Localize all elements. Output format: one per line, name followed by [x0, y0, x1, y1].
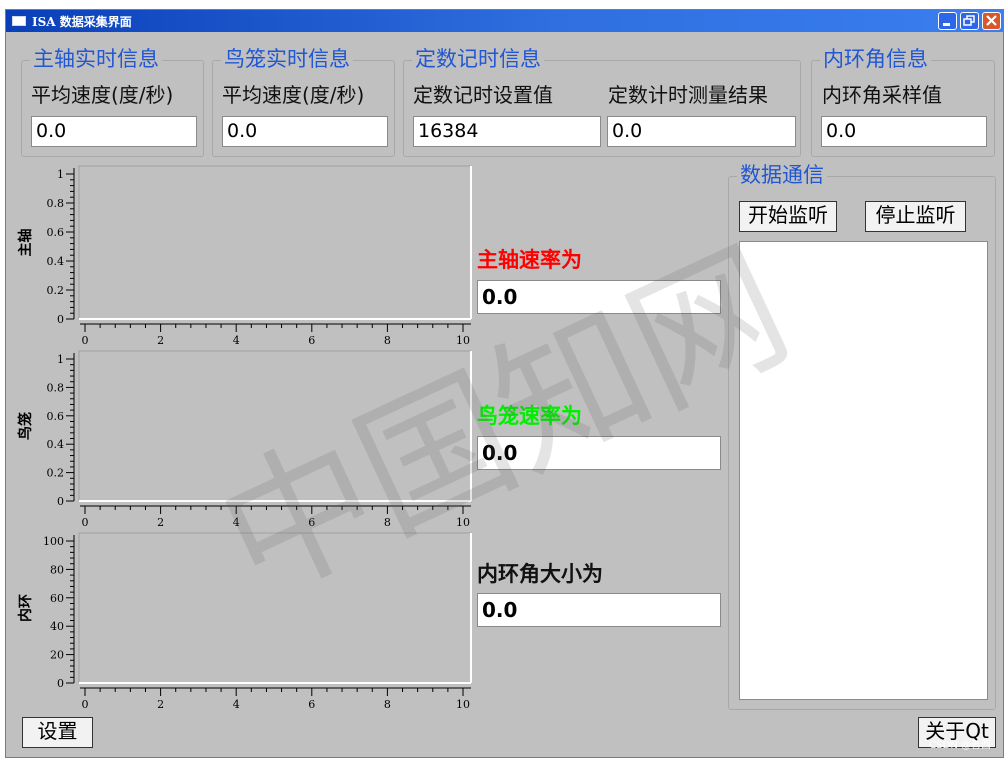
x-tick-label: 4	[233, 334, 240, 347]
x-tick-label: 0	[82, 516, 89, 529]
inner-ring-info-group: 内环角信息 内环角采样值 0.0	[811, 47, 995, 157]
settings-button[interactable]: 设置	[22, 717, 93, 748]
cage-rate-label: 鸟笼速率为	[477, 404, 582, 428]
spindle-info-group: 主轴实时信息 平均速度(度/秒) 0.0	[21, 47, 204, 157]
plot-canvas-frame	[78, 532, 472, 684]
plot-y-axis-label: 内环	[17, 594, 34, 622]
timing-set-field[interactable]: 16384	[413, 116, 601, 147]
y-tick-label: 80	[50, 563, 64, 576]
timing-info-group: 定数记时信息 定数记时设置值 定数计时测量结果 16384 0.0	[403, 47, 801, 157]
y-tick-label: 0	[57, 495, 64, 508]
x-tick-label: 6	[308, 516, 315, 529]
x-tick-label: 8	[384, 698, 391, 711]
cage-group-title: 鸟笼实时信息	[221, 47, 353, 71]
y-tick-label: 20	[50, 649, 64, 662]
y-tick-label: 1	[57, 168, 64, 181]
inner-ring-rate-label: 内环角大小为	[477, 562, 603, 586]
spindle-speed-field[interactable]: 0.0	[31, 116, 197, 147]
spindle-speed-label: 平均速度(度/秒)	[31, 83, 174, 107]
cage-speed-label: 平均速度(度/秒)	[222, 83, 365, 107]
restore-button[interactable]	[960, 12, 979, 30]
inner-ring-sample-field[interactable]: 0.0	[821, 116, 987, 147]
timing-set-label: 定数记时设置值	[413, 83, 553, 107]
y-tick-label: 0	[57, 677, 64, 690]
plot-canvas-frame	[78, 350, 472, 502]
x-tick-label: 10	[456, 698, 470, 711]
spindle-rate-label: 主轴速率为	[477, 248, 582, 272]
spindle-plot: 00.20.40.60.810 2 4 6 8 10主轴	[17, 165, 472, 347]
timing-result-label: 定数计时测量结果	[608, 83, 768, 107]
y-tick-label: 40	[50, 620, 64, 633]
timing-result-field[interactable]: 0.0	[607, 116, 796, 147]
x-tick-label: 8	[384, 334, 391, 347]
comm-log-list[interactable]	[739, 241, 988, 700]
app-window-icon	[12, 16, 26, 26]
y-tick-label: 1	[57, 353, 64, 366]
x-tick-label: 10	[456, 516, 470, 529]
restore-icon	[963, 15, 975, 26]
y-tick-label: 60	[50, 592, 64, 605]
y-tick-label: 0.6	[47, 226, 65, 239]
csdn-watermark: CSDN @善西	[929, 740, 991, 751]
y-tick-label: 0.4	[47, 438, 65, 451]
cage-plot: 00.20.40.60.810 2 4 6 8 10鸟笼	[17, 350, 472, 529]
start-listen-button[interactable]: 开始监听	[739, 201, 837, 232]
close-icon	[986, 15, 997, 26]
plot-canvas-frame	[78, 165, 472, 320]
spindle-group-title: 主轴实时信息	[30, 47, 162, 71]
y-tick-label: 0.2	[47, 467, 65, 480]
x-tick-label: 0	[82, 698, 89, 711]
cage-info-group: 鸟笼实时信息 平均速度(度/秒) 0.0	[212, 47, 395, 157]
x-tick-label: 8	[384, 516, 391, 529]
inner-ring-rate-field[interactable]: 0.0	[477, 593, 721, 627]
stop-listen-button[interactable]: 停止监听	[865, 201, 966, 232]
x-tick-label: 6	[308, 334, 315, 347]
x-tick-label: 10	[456, 334, 470, 347]
timing-group-title: 定数记时信息	[412, 47, 544, 71]
y-tick-label: 0.2	[47, 284, 65, 297]
y-tick-label: 0	[57, 313, 64, 326]
x-tick-label: 0	[82, 334, 89, 347]
cage-rate-field[interactable]: 0.0	[477, 436, 721, 470]
main-window: ISA 数据采集界面 主轴实时信息 平均速度(度/秒) 0.0 鸟笼实时信息 平…	[5, 9, 1004, 758]
plot-y-axis-label: 鸟笼	[17, 412, 34, 440]
inner-ring-sample-label: 内环角采样值	[822, 83, 942, 107]
data-comm-group-title: 数据通信	[737, 163, 827, 187]
x-tick-label: 2	[157, 334, 164, 347]
inner-ring-plot: 0 20 40 60 80 100 0 2 4 6 8 10 内环	[17, 532, 472, 711]
window-title: ISA 数据采集界面	[32, 15, 132, 29]
spindle-rate-field[interactable]: 0.0	[477, 280, 721, 314]
title-bar[interactable]: ISA 数据采集界面	[6, 10, 1003, 32]
y-tick-label: 0.8	[47, 381, 65, 394]
x-tick-label: 4	[233, 516, 240, 529]
x-tick-label: 4	[233, 698, 240, 711]
y-tick-label: 0.8	[47, 197, 65, 210]
close-button[interactable]	[982, 12, 1001, 30]
cage-speed-field[interactable]: 0.0	[222, 116, 388, 147]
minimize-button[interactable]	[938, 12, 957, 30]
x-tick-label: 2	[157, 516, 164, 529]
y-tick-label: 0.6	[47, 410, 65, 423]
plot-y-axis-label: 主轴	[17, 229, 34, 257]
inner-ring-group-title: 内环角信息	[820, 47, 931, 71]
minimize-icon	[943, 23, 950, 26]
x-tick-label: 6	[308, 698, 315, 711]
y-tick-label: 0.4	[47, 255, 65, 268]
x-tick-label: 2	[157, 698, 164, 711]
y-tick-label: 100	[43, 535, 64, 548]
